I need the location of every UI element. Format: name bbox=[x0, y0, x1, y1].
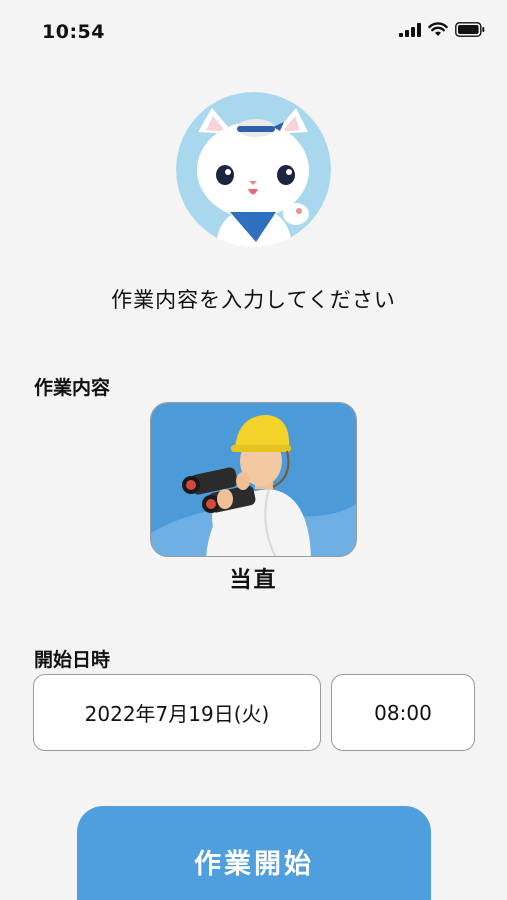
status-time: 10:54 bbox=[42, 21, 105, 43]
worker-binoculars-icon bbox=[151, 403, 356, 556]
status-bar: 10:54 bbox=[0, 0, 507, 66]
start-work-button[interactable]: 作業開始 bbox=[77, 806, 431, 900]
cat-mascot-icon bbox=[176, 92, 331, 247]
status-icons bbox=[399, 22, 485, 41]
work-content-name: 当直 bbox=[229, 568, 278, 593]
start-date-field[interactable]: 2022年7月19日(火) bbox=[33, 674, 321, 751]
mascot-avatar bbox=[176, 92, 331, 247]
start-time-value: 08:00 bbox=[374, 700, 432, 725]
screen: 10:54 作業内容を入力してください 作業内容 当直 開始日時 2022年7月… bbox=[0, 0, 507, 900]
work-content-card[interactable] bbox=[150, 402, 357, 557]
work-content-label: 作業内容 bbox=[34, 377, 111, 399]
start-time-field[interactable]: 08:00 bbox=[331, 674, 475, 751]
wifi-icon bbox=[428, 22, 448, 41]
start-datetime-label: 開始日時 bbox=[34, 649, 111, 671]
signal-icon bbox=[399, 22, 421, 41]
battery-icon bbox=[455, 22, 485, 41]
prompt-text: 作業内容を入力してください bbox=[111, 288, 396, 312]
start-date-value: 2022年7月19日(火) bbox=[84, 702, 270, 726]
